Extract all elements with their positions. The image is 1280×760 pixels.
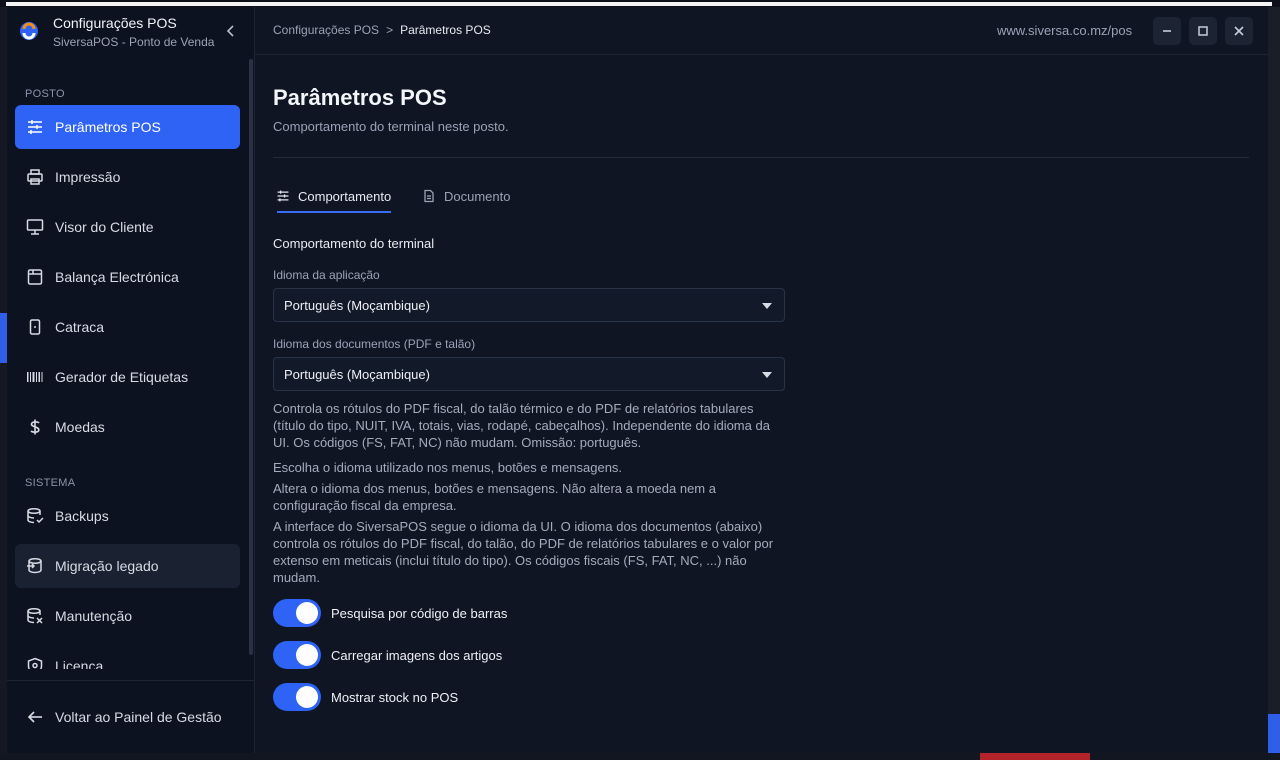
background-window-bottom — [0, 753, 1280, 760]
document-language-label: Idioma dos documentos (PDF e talão) — [273, 337, 476, 351]
sidebar-item-label: Backups — [55, 508, 109, 524]
toggle-barcode-search[interactable]: Pesquisa por código de barras — [273, 599, 507, 627]
caret-down-icon — [762, 372, 772, 378]
printer-icon — [25, 167, 45, 187]
database-icon — [25, 506, 45, 526]
document-language-select[interactable]: Português (Moçambique) — [273, 357, 785, 391]
chevron-left-icon — [226, 25, 234, 37]
back-label: Voltar ao Painel de Gestão — [55, 709, 222, 725]
sidebar-item-label: Visor do Cliente — [55, 219, 154, 235]
top-edge — [0, 0, 1280, 7]
sidebar-item-parametros-pos[interactable]: Parâmetros POS — [15, 105, 240, 149]
app-language-value: Português (Moçambique) — [284, 297, 430, 313]
background-window-right — [1268, 7, 1280, 760]
maximize-button[interactable] — [1189, 17, 1217, 45]
minimize-icon — [1163, 30, 1171, 32]
sidebar-item-label: Parâmetros POS — [55, 119, 161, 135]
header-divider — [273, 157, 1249, 158]
tab-label: Comportamento — [298, 188, 392, 204]
caret-down-icon — [762, 303, 772, 309]
back-to-dashboard-button[interactable]: Voltar ao Painel de Gestão — [15, 695, 245, 739]
settings-window: Configurações POS SiversaPOS - Ponto de … — [7, 7, 1268, 753]
monitor-icon — [25, 217, 45, 237]
arrow-left-icon — [25, 707, 45, 727]
sidebar-scrollbar[interactable] — [249, 59, 253, 655]
turnstile-icon — [25, 317, 45, 337]
page-title: Parâmetros POS — [273, 85, 447, 110]
sidebar-item-label: Moedas — [55, 419, 105, 435]
topbar: Configurações POS > Parâmetros POS www.s… — [255, 7, 1268, 55]
database-wrench-icon — [25, 606, 45, 626]
document-icon — [421, 188, 437, 204]
main-content[interactable]: Parâmetros POS Comportamento do terminal… — [255, 55, 1268, 725]
sidebar-item-balanca-electronica[interactable]: Balança Electrónica — [15, 255, 240, 299]
breadcrumb-separator: > — [386, 23, 394, 37]
background-window-left — [0, 7, 7, 760]
sidebar-nav[interactable]: POSTO Parâmetros POS Impressão Visor do … — [7, 59, 255, 669]
toggle-show-stock[interactable]: Mostrar stock no POS — [273, 683, 458, 711]
brand: Configurações POS SiversaPOS - Ponto de … — [7, 7, 255, 55]
sidebar-item-label: Manutenção — [55, 608, 133, 624]
switch[interactable] — [273, 599, 321, 627]
page-subtitle: Comportamento do terminal neste posto. — [273, 119, 509, 134]
site-url: www.siversa.co.mz/pos — [997, 23, 1133, 38]
breadcrumb-current: Parâmetros POS — [400, 23, 491, 37]
minimize-button[interactable] — [1153, 17, 1181, 45]
database-migrate-icon — [25, 556, 45, 576]
shield-icon — [25, 656, 45, 669]
breadcrumb: Configurações POS > Parâmetros POS — [273, 23, 491, 37]
close-icon — [1234, 26, 1244, 36]
sidebar-item-label: Impressão — [55, 169, 121, 185]
sidebar-item-moedas[interactable]: Moedas — [15, 405, 240, 449]
toggle-load-images[interactable]: Carregar imagens dos artigos — [273, 641, 502, 669]
sidebar-item-label: Licença — [55, 658, 104, 669]
toggle-label: Mostrar stock no POS — [331, 689, 459, 705]
sidebar-item-catraca[interactable]: Catraca — [15, 305, 240, 349]
scale-icon — [25, 267, 45, 287]
app-subtitle: SiversaPOS - Ponto de Venda — [53, 35, 215, 49]
sidebar-item-label: Migração legado — [55, 558, 159, 574]
sidebar-item-visor-do-cliente[interactable]: Visor do Cliente — [15, 205, 240, 249]
ui-language-help: Escolha o idioma utilizado nos menus, bo… — [273, 460, 623, 475]
sliders-icon — [25, 117, 45, 137]
sidebar-item-migracao-legado[interactable]: Migração legado — [15, 544, 240, 588]
tab-label: Documento — [444, 188, 511, 204]
switch[interactable] — [273, 641, 321, 669]
sidebar-item-label: Catraca — [55, 319, 105, 335]
sidebar-item-label: Gerador de Etiquetas — [55, 369, 189, 385]
language-explanation: A interface do SiversaPOS segue o idioma… — [273, 519, 774, 585]
section-title: Comportamento do terminal — [273, 236, 435, 251]
collapse-sidebar-button[interactable] — [221, 21, 241, 41]
sidebar-item-gerador-de-etiquetas[interactable]: Gerador de Etiquetas — [15, 355, 240, 399]
sidebar-item-impressao[interactable]: Impressão — [15, 155, 240, 199]
switch[interactable] — [273, 683, 321, 711]
sidebar-item-manutencao[interactable]: Manutenção — [15, 594, 240, 638]
sidebar-item-label: Balança Electrónica — [55, 269, 179, 285]
app-language-select[interactable]: Português (Moçambique) — [273, 288, 785, 322]
sliders-icon — [275, 188, 291, 204]
app-language-label: Idioma da aplicação — [273, 268, 380, 282]
document-language-help: Controla os rótulos do PDF fiscal, do ta… — [273, 401, 770, 450]
barcode-icon — [25, 367, 45, 387]
section-label-sistema: SISTEMA — [25, 477, 76, 489]
close-button[interactable] — [1225, 17, 1253, 45]
siversa-logo-icon — [20, 22, 38, 40]
sidebar: Configurações POS SiversaPOS - Ponto de … — [7, 7, 255, 753]
tab-comportamento[interactable]: Comportamento — [275, 181, 392, 213]
section-label-posto: POSTO — [25, 88, 65, 100]
sidebar-item-backups[interactable]: Backups — [15, 494, 240, 538]
maximize-icon — [1198, 26, 1208, 36]
dollar-icon — [25, 417, 45, 437]
breadcrumb-parent[interactable]: Configurações POS — [273, 23, 379, 37]
sidebar-footer-divider — [7, 680, 255, 681]
toggle-label: Carregar imagens dos artigos — [331, 647, 503, 663]
ui-language-note: Altera o idioma dos menus, botões e mens… — [273, 481, 716, 513]
toggle-label: Pesquisa por código de barras — [331, 605, 508, 621]
tab-documento[interactable]: Documento — [421, 181, 510, 211]
sidebar-item-licenca[interactable]: Licença — [15, 644, 240, 669]
app-title: Configurações POS — [53, 15, 177, 31]
document-language-value: Português (Moçambique) — [284, 366, 430, 382]
